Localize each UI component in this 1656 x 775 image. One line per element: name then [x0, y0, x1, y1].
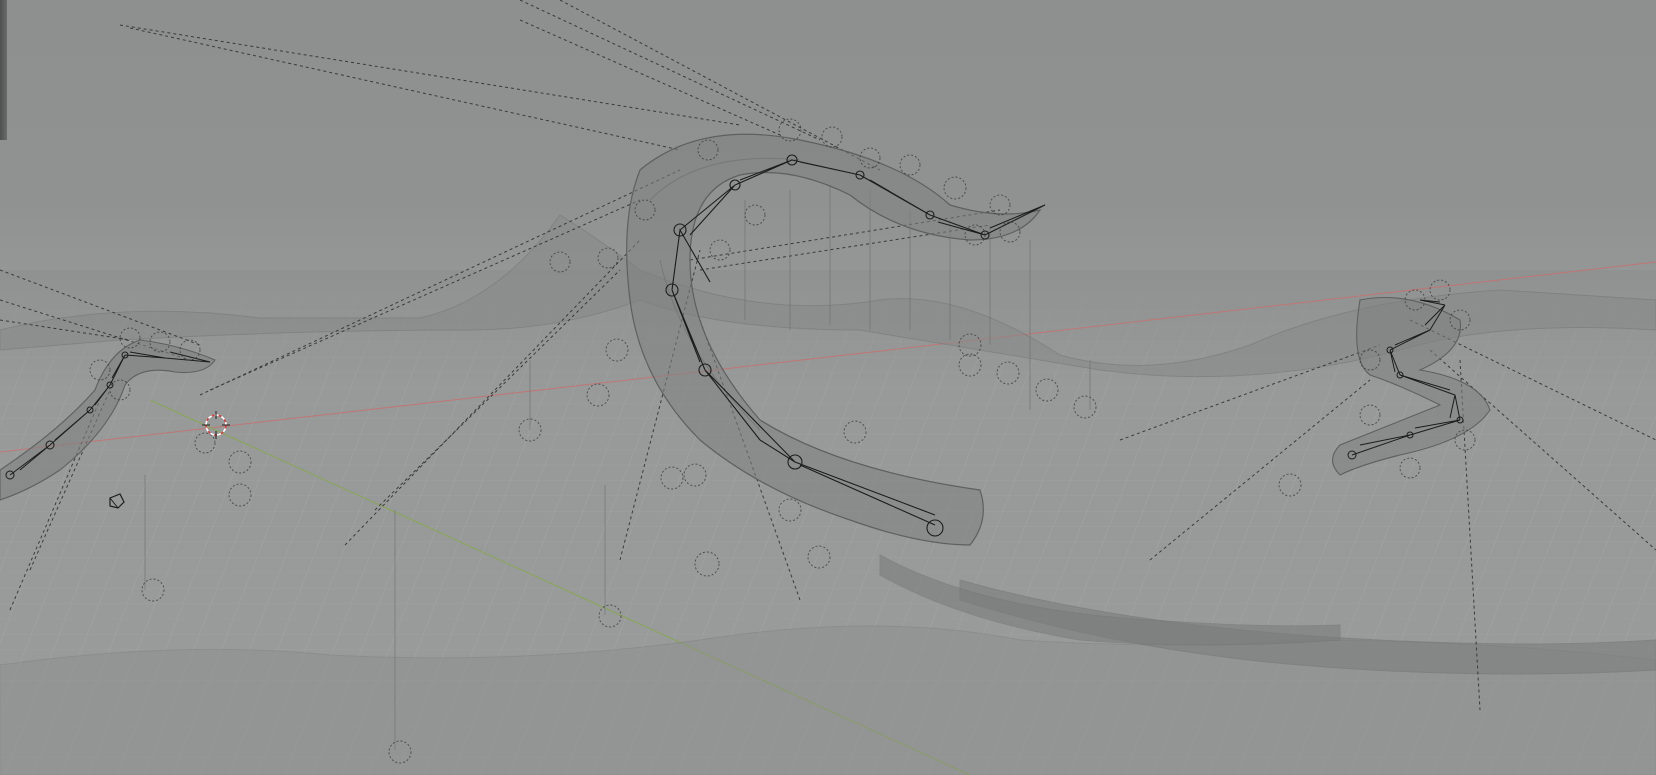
3d-viewport[interactable] — [0, 0, 1656, 775]
scene-canvas[interactable] — [0, 0, 1656, 775]
